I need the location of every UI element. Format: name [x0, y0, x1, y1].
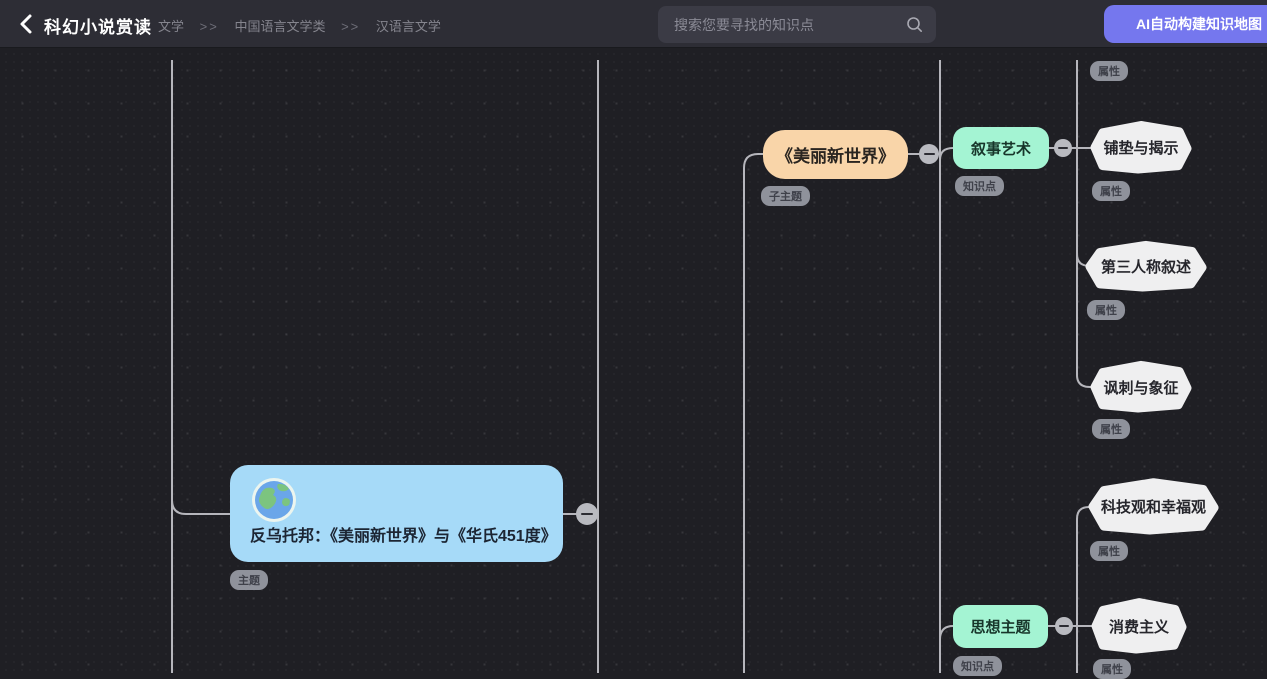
- globe-icon: [251, 477, 297, 523]
- node-type-tag: 知识点: [955, 176, 1004, 196]
- breadcrumb-separator: >>: [341, 19, 360, 34]
- minus-icon: [924, 153, 935, 155]
- back-icon[interactable]: [16, 13, 38, 35]
- minus-icon: [1058, 147, 1068, 149]
- knowledge-map-canvas[interactable]: 反乌托邦：《美丽新世界》与《华氏451度》 主题 《美丽新世界》 子主题 叙事艺…: [0, 48, 1267, 673]
- attribute-node-label: 第三人称叙述: [1101, 256, 1191, 277]
- knowledge-point-label: 叙事艺术: [971, 138, 1031, 159]
- edge-branch: [940, 626, 953, 638]
- attribute-node[interactable]: 消费主义: [1093, 600, 1185, 652]
- attribute-node[interactable]: 铺垫与揭示: [1092, 123, 1190, 172]
- node-type-tag: 属性: [1092, 419, 1130, 439]
- collapse-button[interactable]: [576, 503, 598, 525]
- node-type-tag: 子主题: [761, 186, 810, 206]
- breadcrumb-item[interactable]: 汉语言文学: [376, 19, 441, 34]
- node-type-tag: 属性: [1093, 659, 1131, 679]
- node-type-tag: 属性: [1090, 61, 1128, 81]
- edge-rail: [1077, 60, 1092, 387]
- collapse-button[interactable]: [1055, 617, 1073, 635]
- breadcrumb: 文学 >> 中国语言文学类 >> 汉语言文学: [158, 16, 453, 35]
- attribute-node-label: 讽刺与象征: [1103, 377, 1178, 398]
- topic-node-root[interactable]: 反乌托邦：《美丽新世界》与《华氏451度》: [230, 465, 563, 562]
- top-bar: 科幻小说赏读 文学 >> 中国语言文学类 >> 汉语言文学 AI自动构建知识地图: [0, 0, 1267, 48]
- minus-icon: [1059, 625, 1069, 627]
- knowledge-point-node[interactable]: 思想主题: [953, 605, 1048, 648]
- node-type-tag: 主题: [230, 570, 268, 590]
- node-type-tag: 属性: [1090, 541, 1128, 561]
- minus-icon: [581, 513, 593, 515]
- edge-branch: [940, 148, 953, 160]
- subtopic-node-label: 《美丽新世界》: [776, 142, 895, 167]
- edge-rail: [1077, 507, 1090, 673]
- search-input[interactable]: [674, 6, 894, 43]
- collapse-button[interactable]: [919, 144, 939, 164]
- edge-rail: [744, 154, 763, 673]
- attribute-node[interactable]: 科技观和幸福观: [1090, 480, 1217, 533]
- attribute-node-label: 铺垫与揭示: [1103, 137, 1178, 158]
- attribute-node-label: 科技观和幸福观: [1101, 496, 1206, 517]
- breadcrumb-item[interactable]: 中国语言文学类: [234, 19, 325, 34]
- knowledge-point-label: 思想主题: [970, 616, 1030, 637]
- ai-build-map-button[interactable]: AI自动构建知识地图: [1104, 5, 1267, 43]
- topic-node-label: 反乌托邦：《美丽新世界》与《华氏451度》: [250, 522, 557, 546]
- collapse-button[interactable]: [1054, 139, 1072, 157]
- node-type-tag: 属性: [1092, 181, 1130, 201]
- node-type-tag: 知识点: [953, 656, 1002, 676]
- search-box: [658, 6, 936, 43]
- page-title: 科幻小说赏读: [44, 13, 152, 38]
- attribute-node[interactable]: 讽刺与象征: [1092, 363, 1190, 411]
- edge-branch: [172, 500, 230, 514]
- breadcrumb-separator: >>: [200, 19, 219, 34]
- attribute-node[interactable]: 第三人称叙述: [1087, 243, 1205, 290]
- attribute-node-label: 消费主义: [1109, 616, 1169, 637]
- connector-lines: [0, 48, 1267, 673]
- node-type-tag: 属性: [1087, 300, 1125, 320]
- subtopic-node[interactable]: 《美丽新世界》: [763, 130, 908, 179]
- knowledge-point-node[interactable]: 叙事艺术: [953, 127, 1049, 169]
- search-icon[interactable]: [906, 16, 923, 33]
- breadcrumb-item[interactable]: 文学: [158, 19, 184, 34]
